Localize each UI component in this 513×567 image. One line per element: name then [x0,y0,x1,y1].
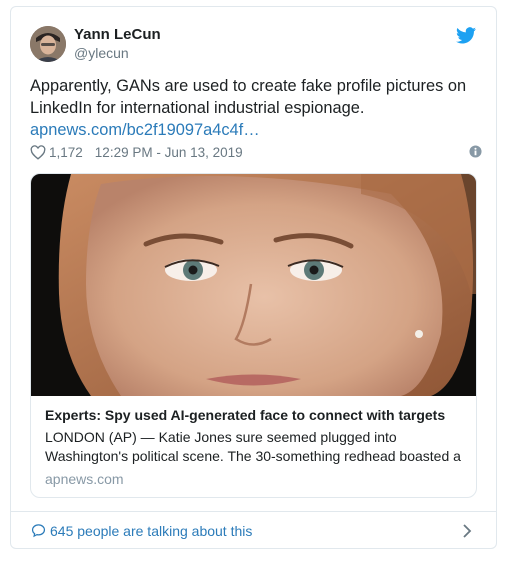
tweet-embed-card: Yann LeCun @ylecun Apparently, GANs are … [10,6,497,549]
link-card-body: Experts: Spy used AI-generated face to c… [31,396,476,487]
twitter-bird-icon[interactable] [456,27,476,44]
info-icon[interactable] [469,145,482,158]
heart-icon [30,144,46,160]
tweet-link[interactable]: apnews.com/bc2f19097a4c4f… [30,119,482,141]
comment-icon [31,524,46,538]
author-name[interactable]: Yann LeCun [74,26,161,43]
article-title: Experts: Spy used AI-generated face to c… [45,407,446,423]
article-description: LONDON (AP) — Katie Jones sure seemed pl… [45,429,461,464]
link-preview-card[interactable]: Experts: Spy used AI-generated face to c… [30,173,477,498]
avatar[interactable] [30,26,66,62]
tweet-meta: 1,172 12:29 PM - Jun 13, 2019 [30,143,482,161]
article-image [31,174,476,396]
tweet-timestamp[interactable]: 12:29 PM - Jun 13, 2019 [95,145,243,160]
conversation-footer[interactable]: 645 people are talking about this [11,511,496,549]
like-count: 1,172 [49,144,83,160]
like-button[interactable]: 1,172 [30,145,83,160]
chevron-right-icon [463,524,472,538]
conversation-count: 645 people are talking about this [50,522,253,539]
author-handle[interactable]: @ylecun [74,45,129,61]
tweet-text: Apparently, GANs are used to create fake… [30,77,467,117]
tweet-body: Apparently, GANs are used to create fake… [30,75,482,141]
article-domain: apnews.com [45,471,124,487]
